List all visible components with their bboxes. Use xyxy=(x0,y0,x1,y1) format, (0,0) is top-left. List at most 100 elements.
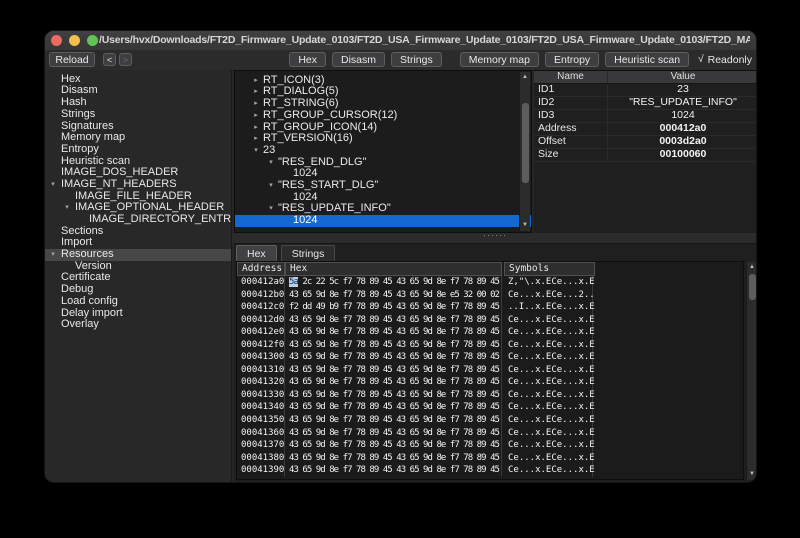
sidebar-item-strings[interactable]: Strings xyxy=(45,109,231,121)
tree-item-rt-version-16[interactable]: ▸RT_VERSION(16) xyxy=(235,133,531,145)
view-button-hex[interactable]: Hex xyxy=(289,52,326,67)
back-button[interactable]: < xyxy=(103,53,116,66)
tree-scrollbar[interactable]: ▲ ▼ xyxy=(519,72,530,231)
hex-address-cell: 000412d0 xyxy=(237,314,285,327)
chevron-down-icon[interactable]: ▾ xyxy=(251,145,261,157)
view-button-disasm[interactable]: Disasm xyxy=(332,52,385,67)
minimize-button[interactable] xyxy=(69,35,80,46)
hex-row[interactable]: 000412c0f2 dd 49 b9 f7 78 89 45 43 65 9d… xyxy=(237,301,743,314)
hex-row[interactable]: 0004136043 65 9d 8e f7 78 89 45 43 65 9d… xyxy=(237,427,743,440)
tab-strings[interactable]: Strings xyxy=(281,245,336,261)
hex-row[interactable]: 0004133043 65 9d 8e f7 78 89 45 43 65 9d… xyxy=(237,389,743,402)
tree-item-rt-group-cursor-12[interactable]: ▸RT_GROUP_CURSOR(12) xyxy=(235,110,531,122)
hex-symbols-cell: Ce...x.ECe...x.E xyxy=(502,439,593,452)
titlebar[interactable]: /Users/hvx/Downloads/FT2D_Firmware_Updat… xyxy=(45,31,756,51)
hex-scrollbar[interactable]: ▲ ▼ xyxy=(746,262,757,480)
hex-row[interactable]: 000412a05a 2c 22 5c f7 78 89 45 43 65 9d… xyxy=(237,276,743,289)
scroll-down-icon[interactable]: ▼ xyxy=(747,470,757,479)
view-button-memory-map[interactable]: Memory map xyxy=(460,52,539,67)
forward-button[interactable]: > xyxy=(119,53,132,66)
sidebar-item-label: Delay import xyxy=(45,307,123,319)
sidebar-item-entropy[interactable]: Entropy xyxy=(45,144,231,156)
view-button-strings[interactable]: Strings xyxy=(391,52,442,67)
chevron-down-icon[interactable]: ▾ xyxy=(266,180,276,192)
splitter-handle[interactable]: ······ xyxy=(483,230,507,240)
zoom-button[interactable] xyxy=(87,35,98,46)
sidebar-item-label: IMAGE_DOS_HEADER xyxy=(45,166,178,178)
hex-row[interactable]: 0004130043 65 9d 8e f7 78 89 45 43 65 9d… xyxy=(237,351,743,364)
hex-row[interactable]: 0004131043 65 9d 8e f7 78 89 45 43 65 9d… xyxy=(237,364,743,377)
sidebar-item-load-config[interactable]: Load config xyxy=(45,296,231,308)
hex-row[interactable]: 0004138043 65 9d 8e f7 78 89 45 43 65 9d… xyxy=(237,452,743,465)
hex-address-cell: 00041370 xyxy=(237,439,285,452)
sidebar-item-label: Import xyxy=(45,236,92,248)
toolbar: Reload < > Hex Disasm Strings Memory map Ent… xyxy=(45,50,756,71)
hex-symbols-cell: Ce...x.ECe...x.E xyxy=(502,427,593,440)
hex-row[interactable]: 0004135043 65 9d 8e f7 78 89 45 43 65 9d… xyxy=(237,414,743,427)
scroll-up-icon[interactable]: ▲ xyxy=(520,73,530,82)
hex-bytes-cell: 43 65 9d 8e f7 78 89 45 43 65 9d 8e f7 7… xyxy=(285,401,502,414)
hex-bytes-cell: 43 65 9d 8e f7 78 89 45 43 65 9d 8e f7 7… xyxy=(285,351,502,364)
properties-panel: Name Value ID123ID2"RES_UPDATE_INFO"ID31… xyxy=(534,70,757,233)
hex-bytes-cell: 43 65 9d 8e f7 78 89 45 43 65 9d 8e f7 7… xyxy=(285,427,502,440)
hex-address-cell: 00041380 xyxy=(237,452,285,465)
property-value: 1024 xyxy=(608,110,757,122)
hex-bytes-cell: 43 65 9d 8e f7 78 89 45 43 65 9d 8e f7 7… xyxy=(285,376,502,389)
tree-item-label: "RES_END_DLG" xyxy=(235,156,367,168)
property-name: ID3 xyxy=(534,110,608,122)
property-value: 00100060 xyxy=(608,149,757,161)
sidebar-item-label: Entropy xyxy=(45,143,99,155)
view-button-heuristic-scan[interactable]: Heuristic scan xyxy=(605,52,689,67)
tree-item-res-start-dlg[interactable]: ▾"RES_START_DLG" xyxy=(235,180,531,192)
property-value: 000412a0 xyxy=(608,123,757,135)
hex-table-header: AddressHexSymbols xyxy=(237,262,743,276)
hex-bytes-cell: 43 65 9d 8e f7 78 89 45 43 65 9d 8e f7 7… xyxy=(285,452,502,465)
tree-item-1024[interactable]: 1024 xyxy=(235,215,531,227)
hex-row[interactable]: 0004132043 65 9d 8e f7 78 89 45 43 65 9d… xyxy=(237,376,743,389)
close-button[interactable] xyxy=(51,35,62,46)
hex-scrollbar-thumb[interactable] xyxy=(749,274,756,300)
sidebar-item-overlay[interactable]: Overlay xyxy=(45,319,231,331)
hex-row[interactable]: 000412d043 65 9d 8e f7 78 89 45 43 65 9d… xyxy=(237,314,743,327)
hex-symbols-cell: Ce...x.ECe...x.E xyxy=(502,326,593,339)
sidebar-item-image-nt-headers[interactable]: ▾IMAGE_NT_HEADERS xyxy=(45,179,231,191)
desktop-background: /Users/hvx/Downloads/FT2D_Firmware_Updat… xyxy=(0,0,800,538)
sidebar-item-label: IMAGE_FILE_HEADER xyxy=(45,190,192,202)
sidebar-item-label: Sections xyxy=(45,225,103,237)
hex-row[interactable]: 000412f043 65 9d 8e f7 78 89 45 43 65 9d… xyxy=(237,339,743,352)
hex-symbols-cell: Z,"\.x.ECe...x.E xyxy=(502,276,593,289)
hex-bytes-cell: 43 65 9d 8e f7 78 89 45 43 65 9d 8e f7 7… xyxy=(285,364,502,377)
hex-row[interactable]: 0004137043 65 9d 8e f7 78 89 45 43 65 9d… xyxy=(237,439,743,452)
hex-address-cell: 000412f0 xyxy=(237,339,285,352)
name-column-header: Name xyxy=(534,71,608,83)
sidebar-item-label: Heuristic scan xyxy=(45,155,130,167)
scroll-up-icon[interactable]: ▲ xyxy=(747,263,757,272)
hex-row[interactable]: 000412b043 65 9d 8e f7 78 89 45 43 65 9d… xyxy=(237,289,743,302)
hex-row[interactable]: 000412e043 65 9d 8e f7 78 89 45 43 65 9d… xyxy=(237,326,743,339)
view-button-entropy[interactable]: Entropy xyxy=(545,52,599,67)
hex-row[interactable]: 0004139043 65 9d 8e f7 78 89 45 43 65 9d… xyxy=(237,464,743,477)
tree-scrollbar-thumb[interactable] xyxy=(522,103,529,183)
tree-item-23[interactable]: ▾23 xyxy=(235,145,531,157)
hex-symbols-cell: Ce...x.ECe...x.E xyxy=(502,401,593,414)
hex-row[interactable]: 0004134043 65 9d 8e f7 78 89 45 43 65 9d… xyxy=(237,401,743,414)
hex-symbols-cell: Ce...x.ECe...x.E xyxy=(502,314,593,327)
chevron-right-icon[interactable]: ▸ xyxy=(251,110,261,122)
readonly-checkbox[interactable]: √ Readonly xyxy=(698,54,752,66)
chevron-down-icon[interactable]: ▾ xyxy=(48,179,58,191)
hex-address-cell: 00041390 xyxy=(237,464,285,477)
reload-button[interactable]: Reload xyxy=(49,52,95,67)
resource-tree: ▸RT_ICON(3)▸RT_DIALOG(5)▸RT_STRING(6)▸RT… xyxy=(235,75,531,227)
tab-hex[interactable]: Hex xyxy=(236,245,277,261)
selected-byte[interactable]: 5a xyxy=(289,277,298,287)
sidebar-item-label: Disasm xyxy=(45,84,98,96)
sidebar-item-image-directory-entries[interactable]: IMAGE_DIRECTORY_ENTRIES xyxy=(45,214,231,226)
hex-address-cell: 000412e0 xyxy=(237,326,285,339)
hex-address-cell: 000412a0 xyxy=(237,276,285,289)
horizontal-splitter[interactable]: ······ xyxy=(232,233,757,243)
view-button-group: Hex Disasm Strings Memory map Entropy Heurist… xyxy=(283,52,752,67)
scroll-down-icon[interactable]: ▼ xyxy=(520,221,530,230)
property-row-size: Size00100060 xyxy=(534,149,757,162)
hex-bytes-cell: 5a 2c 22 5c f7 78 89 45 43 65 9d 8e f7 7… xyxy=(285,276,502,289)
tree-item-label: 1024 xyxy=(235,214,317,226)
